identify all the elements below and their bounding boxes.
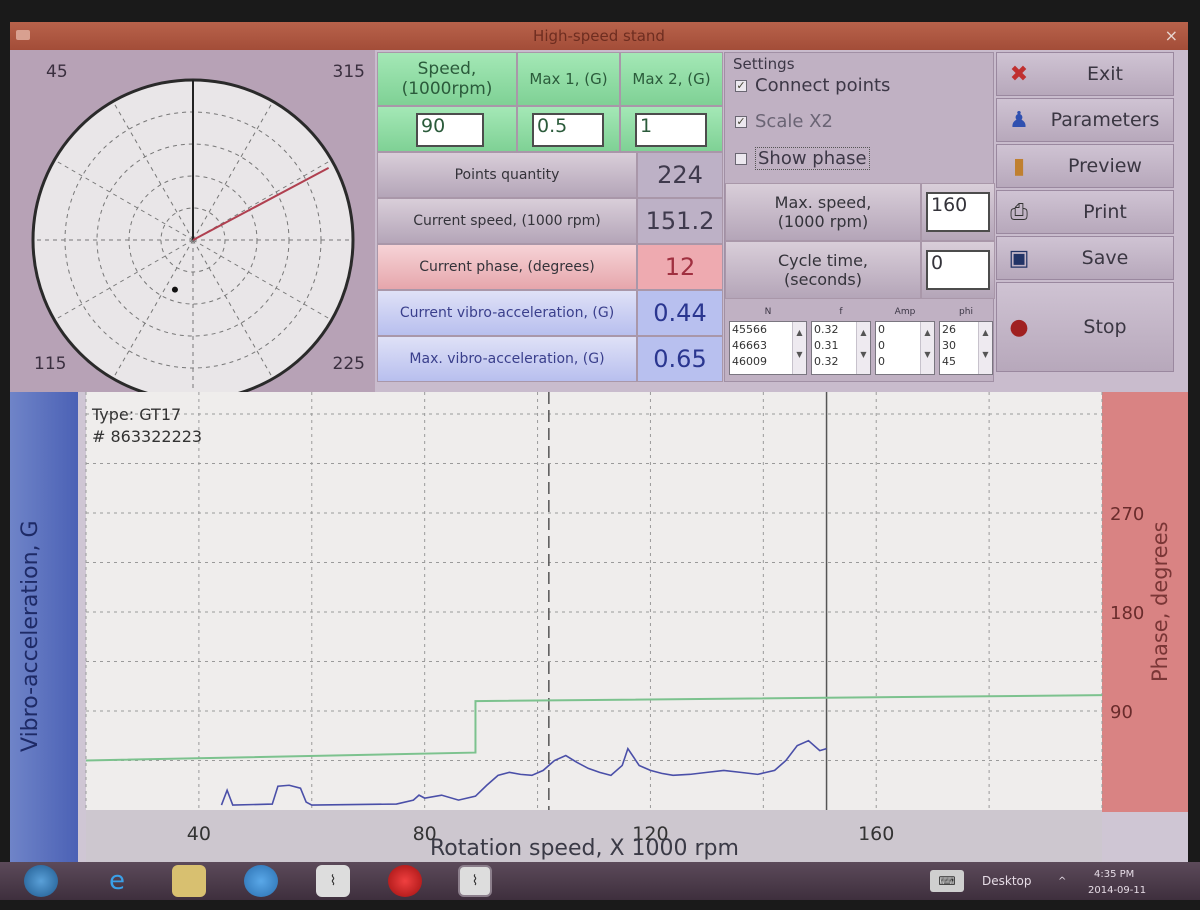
x-tick-label: 160: [858, 823, 894, 845]
mini-table-header-phi: phi: [959, 307, 973, 317]
cycle-time-label: Cycle time, (seconds): [725, 241, 921, 299]
phase-tick-label: 90: [1110, 702, 1133, 723]
max-speed-input[interactable]: 160: [926, 192, 990, 232]
list-amp[interactable]: 0 0 0 ▲ ▼: [875, 321, 935, 375]
settings-title: Settings: [733, 55, 795, 73]
close-icon[interactable]: ×: [1165, 22, 1178, 50]
x-tick-label: 40: [187, 823, 211, 845]
parameters-icon: ♟: [1009, 107, 1029, 133]
list-phi[interactable]: 26 30 45 ▲ ▼: [939, 321, 993, 375]
x-axis-label: Rotation speed, X 1000 rpm: [430, 836, 739, 861]
chart-area: Vibro-acceleration, G Phase, degrees 40 8…: [10, 392, 1188, 862]
table-row-value: 12: [637, 244, 723, 290]
app-window: High-speed stand × 45 315 115 225 Speed,…: [10, 22, 1188, 862]
window-title: High-speed stand: [533, 27, 665, 45]
preview-button-label: Preview: [1068, 155, 1142, 177]
table-row-value: 0.44: [637, 290, 723, 336]
vibration-chart: 408012016012390180270Type: GT17# 8633222…: [85, 392, 1144, 862]
settings-panel: Settings ✓ Connect points ✓ Scale X2 Sho…: [724, 52, 995, 382]
chart-app-icon[interactable]: ⌇: [316, 865, 350, 897]
browser-icon[interactable]: e: [100, 865, 134, 897]
mini-table-header-f: f: [839, 307, 843, 317]
table-row-label: Current vibro-acceleration, (G): [377, 290, 637, 336]
opera-icon[interactable]: [388, 865, 422, 897]
list-scrollbar[interactable]: ▲ ▼: [856, 322, 870, 374]
start-icon[interactable]: [24, 865, 58, 897]
speed-input-cell: 90: [377, 106, 517, 152]
mini-table-header-amp: Amp: [894, 307, 916, 317]
stop-button-label: Stop: [1083, 316, 1127, 338]
max1-input-cell: 0.5: [517, 106, 620, 152]
parameters-button[interactable]: ♟ Parameters: [996, 98, 1174, 142]
save-button[interactable]: ▣ Save: [996, 236, 1174, 280]
stop-icon: ●: [1009, 314, 1029, 340]
speed-header: Speed, (1000rpm): [377, 52, 517, 106]
max2-input-cell: 1: [620, 106, 723, 152]
clock-date[interactable]: 2014-09-11: [1088, 872, 1146, 910]
exit-button-label: Exit: [1087, 63, 1123, 85]
checkbox-connect-points-label: Connect points: [755, 75, 891, 96]
print-button[interactable]: ⎙ Print: [996, 190, 1174, 234]
checkbox-scale-x2[interactable]: ✓ Scale X2: [735, 111, 833, 132]
speed-input[interactable]: 90: [416, 113, 484, 147]
max1-header: Max 1, (G): [517, 52, 620, 106]
system-menu-icon[interactable]: [16, 30, 30, 40]
chart-annotation: Type: GT17: [91, 405, 181, 424]
measurement-table: Speed, (1000rpm) Max 1, (G) Max 2, (G) 9…: [377, 52, 723, 382]
checkbox-scale-x2-box[interactable]: ✓: [735, 115, 747, 128]
polar-plot-panel: 45 315 115 225: [10, 50, 375, 392]
max2-header: Max 2, (G): [620, 52, 723, 106]
cycle-time-input[interactable]: 0: [926, 250, 990, 290]
y-axis-label: Vibro-acceleration, G: [18, 520, 43, 752]
checkbox-show-phase[interactable]: Show phase: [735, 147, 870, 170]
table-row-label: Max. vibro-acceleration, (G): [377, 336, 637, 382]
active-chart-app-icon[interactable]: ⌇: [458, 865, 492, 897]
list-f[interactable]: 0.32 0.31 0.32 ▲ ▼: [811, 321, 871, 375]
list-scrollbar[interactable]: ▲ ▼: [978, 322, 992, 374]
list-scrollbar[interactable]: ▲ ▼: [792, 322, 806, 374]
polar-vibration-point: [171, 286, 178, 293]
list-scrollbar[interactable]: ▲ ▼: [920, 322, 934, 374]
table-row-value: 224: [637, 152, 723, 198]
table-row-label: Current speed, (1000 rpm): [377, 198, 637, 244]
print-button-label: Print: [1083, 201, 1127, 223]
title-bar: High-speed stand ×: [10, 22, 1188, 50]
checkbox-scale-x2-label: Scale X2: [755, 111, 833, 132]
mini-table-header-n: N: [764, 307, 772, 317]
table-row-label: Current phase, (degrees): [377, 244, 637, 290]
checkbox-connect-points-box[interactable]: ✓: [735, 79, 747, 92]
keyboard-icon[interactable]: ⌨: [930, 870, 964, 892]
list-n[interactable]: 45566 46663 46009 ▲ ▼: [729, 321, 807, 375]
desktop-toolbar-label[interactable]: Desktop: [982, 862, 1032, 900]
chart-annotation: # 863322223: [92, 427, 202, 446]
exit-button[interactable]: ✖ Exit: [996, 52, 1174, 96]
file-explorer-icon[interactable]: [172, 865, 206, 897]
max2-input[interactable]: 1: [635, 113, 707, 147]
max1-input[interactable]: 0.5: [532, 113, 604, 147]
parameters-button-label: Parameters: [1050, 109, 1160, 131]
table-row-value: 0.65: [637, 336, 723, 382]
checkbox-show-phase-label: Show phase: [755, 147, 870, 170]
cycle-time-cell: 0: [921, 241, 995, 299]
checkbox-connect-points[interactable]: ✓ Connect points: [735, 75, 890, 96]
tray-overflow-icon[interactable]: ^: [1058, 876, 1066, 887]
preview-icon: ▮: [1012, 153, 1026, 179]
floppy-disk-icon: ▣: [1008, 245, 1030, 271]
phase-tick-label: 270: [1110, 504, 1144, 525]
taskbar: e ⌇ ⌇ ⌨ Desktop ^ 4:35 PM 2014-09-11: [0, 862, 1200, 900]
preview-button[interactable]: ▮ Preview: [996, 144, 1174, 188]
phase-tick-label: 180: [1110, 603, 1144, 624]
table-row-value: 151.2: [637, 198, 723, 244]
save-button-label: Save: [1081, 247, 1129, 269]
max-speed-cell: 160: [921, 183, 995, 241]
stop-button[interactable]: ● Stop: [996, 282, 1174, 372]
plot-background: [86, 392, 1102, 810]
printer-icon: ⎙: [1010, 199, 1028, 225]
app-icon[interactable]: [244, 865, 278, 897]
table-row-label: Points quantity: [377, 152, 637, 198]
checkbox-show-phase-box[interactable]: [735, 152, 747, 165]
close-icon: ✖: [1009, 61, 1029, 87]
max-speed-label: Max. speed, (1000 rpm): [725, 183, 921, 241]
polar-plot: [31, 78, 355, 392]
